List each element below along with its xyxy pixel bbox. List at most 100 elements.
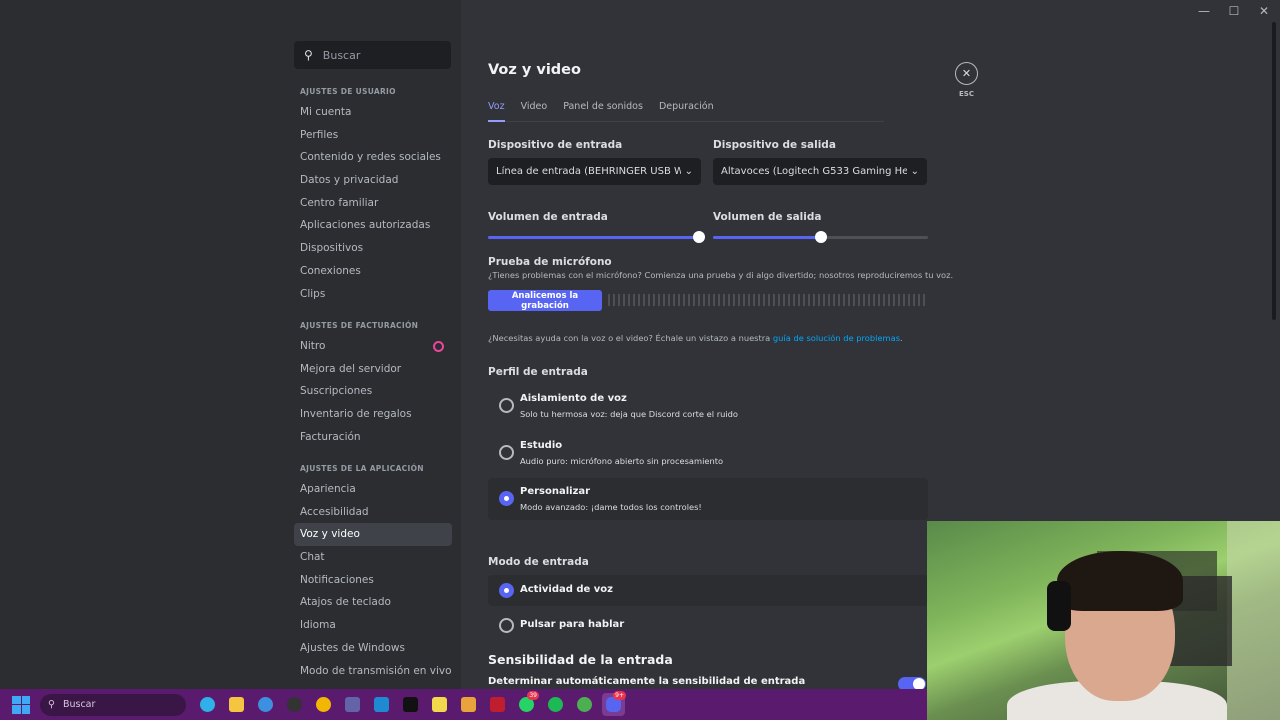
- windows-start-icon[interactable]: [12, 695, 30, 714]
- output-volume-handle[interactable]: [814, 231, 827, 243]
- maximize-button[interactable]: ☐: [1228, 4, 1240, 18]
- notes-icon[interactable]: [428, 693, 451, 716]
- troubleshooting-link[interactable]: guía de solución de problemas: [773, 333, 900, 343]
- help-text-end: .: [900, 333, 903, 343]
- profile-title: Personalizar: [520, 486, 591, 497]
- input-mode-label: Modo de entrada: [488, 556, 589, 568]
- chrome-icon[interactable]: [312, 693, 335, 716]
- sidebar-item-family-center[interactable]: Centro familiar: [294, 192, 452, 215]
- filezilla-icon[interactable]: [486, 693, 509, 716]
- search-icon: ⚲: [304, 48, 313, 62]
- obs-icon[interactable]: [283, 693, 306, 716]
- tab-voice[interactable]: Voz: [488, 100, 505, 122]
- mic-level-meter: [608, 294, 928, 306]
- tab-video[interactable]: Video: [521, 100, 548, 122]
- app-icon[interactable]: [457, 693, 480, 716]
- spotify-icon[interactable]: [544, 693, 567, 716]
- radio-button-selected[interactable]: [499, 491, 514, 506]
- vscode-icon[interactable]: [370, 693, 393, 716]
- input-volume-label: Volumen de entrada: [488, 211, 608, 223]
- sensitivity-title: Sensibilidad de la entrada: [488, 652, 673, 667]
- page-title: Voz y video: [488, 62, 581, 78]
- whatsapp-icon[interactable]: 39: [515, 691, 539, 716]
- sidebar-item-billing[interactable]: Facturación: [294, 426, 452, 449]
- input-device-value: Línea de entrada (BEHRINGER USB WD: [496, 166, 681, 177]
- webcam-person-hair: [1057, 551, 1183, 611]
- output-volume-slider[interactable]: [713, 231, 928, 243]
- mic-test-button[interactable]: Analicemos la grabación: [488, 290, 602, 311]
- sidebar-item-authorized-apps[interactable]: Aplicaciones autorizadas: [294, 214, 452, 237]
- sidebar-item-my-account[interactable]: Mi cuenta: [294, 101, 452, 124]
- sidebar-item-voice-video[interactable]: Voz y video: [294, 523, 452, 547]
- sidebar-item-chat[interactable]: Chat: [294, 546, 452, 569]
- sidebar-item-profiles[interactable]: Perfiles: [294, 124, 452, 147]
- input-mode-push-to-talk[interactable]: Pulsar para hablar: [488, 610, 928, 641]
- profile-description: Audio puro: micrófono abierto sin proces…: [520, 456, 724, 466]
- sidebar-item-windows-settings[interactable]: Ajustes de Windows: [294, 637, 452, 660]
- edge-icon[interactable]: [196, 693, 219, 716]
- minimize-button[interactable]: —: [1198, 4, 1210, 18]
- discord-icon[interactable]: 9+: [602, 691, 626, 716]
- profile-option-custom[interactable]: Personalizar Modo avanzado: ¡dame todos …: [488, 478, 928, 520]
- output-device-select[interactable]: Altavoces (Logitech G533 Gaming Hea ⌄: [713, 158, 927, 185]
- window-controls: — ☐ ✕: [1198, 4, 1270, 18]
- sidebar-item-nitro[interactable]: Nitro: [294, 335, 452, 358]
- tab-soundboard[interactable]: Panel de sonidos: [563, 100, 643, 122]
- radio-button[interactable]: [499, 398, 514, 413]
- sidebar-item-label: Nitro: [300, 340, 326, 352]
- sidebar-item-streamer-mode[interactable]: Modo de transmisión en vivo: [294, 660, 452, 683]
- output-volume-label: Volumen de salida: [713, 211, 822, 223]
- help-text: ¿Necesitas ayuda con la voz o el video? …: [488, 333, 903, 343]
- webcam-overlay: [927, 521, 1280, 720]
- sidebar-item-server-boost[interactable]: Mejora del servidor: [294, 358, 452, 381]
- teams-icon[interactable]: [341, 693, 364, 716]
- help-text-lead: ¿Necesitas ayuda con la voz o el video? …: [488, 333, 773, 343]
- whatsapp-badge: 39: [527, 691, 539, 700]
- output-volume-fill: [713, 236, 821, 239]
- input-volume-slider[interactable]: [488, 231, 705, 243]
- sidebar-item-privacy[interactable]: Datos y privacidad: [294, 169, 452, 192]
- sidebar-item-gift-inventory[interactable]: Inventario de regalos: [294, 403, 452, 426]
- nav-header-billing: Ajustes de facturación: [300, 321, 419, 330]
- close-window-button[interactable]: ✕: [1258, 4, 1270, 18]
- sidebar-item-connections[interactable]: Conexiones: [294, 260, 452, 283]
- nav-header-user: Ajustes de usuario: [300, 87, 396, 96]
- profile-description: Solo tu hermosa voz: deja que Discord co…: [520, 409, 739, 419]
- sidebar-item-accessibility[interactable]: Accesibilidad: [294, 501, 452, 524]
- scrollbar[interactable]: [1272, 22, 1276, 320]
- sidebar-item-language[interactable]: Idioma: [294, 614, 452, 637]
- sidebar-item-subscriptions[interactable]: Suscripciones: [294, 380, 452, 403]
- radio-button[interactable]: [499, 445, 514, 460]
- sidebar-item-devices[interactable]: Dispositivos: [294, 237, 452, 260]
- radio-button-selected[interactable]: [499, 583, 514, 598]
- tab-bar: Voz Video Panel de sonidos Depuración: [488, 100, 884, 122]
- tab-debug[interactable]: Depuración: [659, 100, 714, 122]
- search-input[interactable]: [322, 48, 433, 62]
- output-device-label: Dispositivo de salida: [713, 139, 836, 151]
- taskbar-search[interactable]: ⚲ Buscar: [40, 693, 186, 716]
- sidebar-item-notifications[interactable]: Notificaciones: [294, 569, 452, 592]
- profile-title: Aislamiento de voz: [520, 393, 627, 404]
- sidebar-item-clips[interactable]: Clips: [294, 283, 452, 306]
- profile-option-voice-isolation[interactable]: Aislamiento de voz Solo tu hermosa voz: …: [488, 386, 928, 428]
- taskbar: ⚲ Buscar 39 9+: [0, 689, 927, 720]
- radio-button[interactable]: [499, 618, 514, 633]
- input-mode-voice-activity[interactable]: Actividad de voz: [488, 575, 928, 606]
- input-volume-handle[interactable]: [693, 231, 705, 243]
- chrome-icon-2[interactable]: [573, 693, 596, 716]
- settings-search[interactable]: ⚲: [294, 41, 451, 69]
- sidebar-item-appearance[interactable]: Apariencia: [294, 478, 452, 501]
- close-settings-button[interactable]: ✕: [955, 62, 978, 85]
- auto-sensitivity-label: Determinar automáticamente la sensibilid…: [488, 676, 806, 687]
- output-device-value: Altavoces (Logitech G533 Gaming Hea: [721, 166, 907, 177]
- sidebar-item-keybinds[interactable]: Atajos de teclado: [294, 591, 452, 614]
- file-explorer-icon[interactable]: [225, 693, 248, 716]
- input-device-select[interactable]: Línea de entrada (BEHRINGER USB WD ⌄: [488, 158, 701, 185]
- sidebar-item-content-social[interactable]: Contenido y redes sociales: [294, 146, 452, 169]
- mic-test-description: ¿Tienes problemas con el micrófono? Comi…: [488, 270, 954, 280]
- browser-icon[interactable]: [254, 693, 277, 716]
- chevron-down-icon: ⌄: [684, 166, 693, 177]
- profile-option-studio[interactable]: Estudio Audio puro: micrófono abierto si…: [488, 433, 928, 475]
- input-mode-title: Pulsar para hablar: [520, 619, 625, 630]
- capcut-icon[interactable]: [399, 693, 422, 716]
